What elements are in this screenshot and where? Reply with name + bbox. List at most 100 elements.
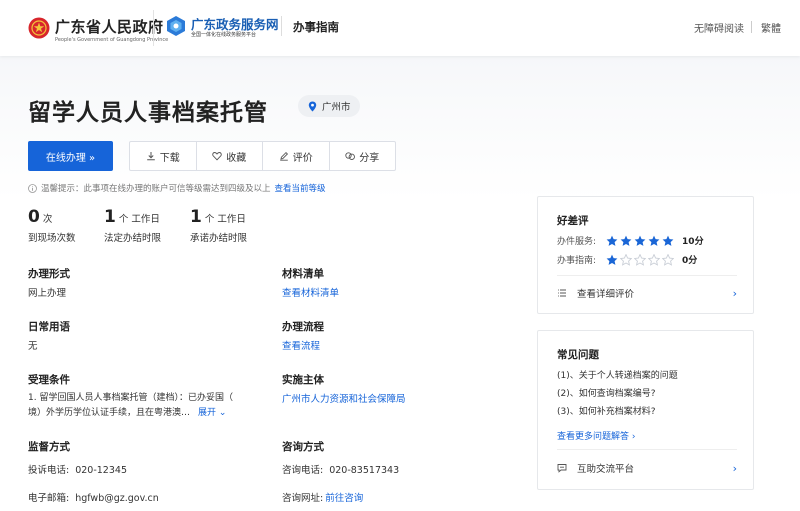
gov-name[interactable]: 广东省人民政府 — [55, 16, 164, 37]
process-link[interactable]: 查看流程 — [282, 338, 324, 352]
action-toolbar: 下载 收藏 评价 分享 — [129, 141, 396, 171]
detail-review-link[interactable]: 查看详细评价 › — [557, 286, 737, 300]
header-divider — [751, 21, 752, 33]
stat-value: 0 — [28, 207, 40, 227]
tip-bar: 温馨提示：此事项在线办理的账户可信等级需达到四级及以上 查看当前等级 — [28, 182, 326, 194]
star-rating — [606, 253, 676, 266]
download-icon — [146, 152, 155, 161]
traditional-chinese-link[interactable]: 繁體 — [761, 20, 781, 35]
field-value: 无 — [28, 341, 38, 352]
rating-card: 好差评 办件服务: 10分 办事指南: 0分 查看详细评价 › — [537, 196, 754, 314]
stat-visits: 0次 到现场次数 — [28, 207, 76, 244]
field-title: 日常用语 — [28, 321, 70, 333]
header-divider — [153, 10, 154, 46]
exchange-platform-link[interactable]: 互助交流平台 › — [557, 461, 737, 475]
stat-label: 法定办结时限 — [104, 233, 162, 244]
online-apply-button[interactable]: 在线办理 » — [28, 141, 113, 171]
field-title: 实施主体 — [282, 374, 324, 386]
terms-field: 日常用语 无 — [28, 319, 70, 352]
accessibility-link[interactable]: 无障碍阅读 — [694, 20, 744, 35]
top-bar: 广东省人民政府 People's Government of Guangdong… — [0, 0, 800, 56]
rating-score: 10分 — [682, 237, 704, 247]
stat-legal-limit: 1个 工作日 法定办结时限 — [104, 207, 161, 244]
kv-value: 020-12345 — [75, 465, 127, 476]
list-icon — [558, 289, 566, 297]
kv-value: 020-83517343 — [329, 465, 400, 476]
more-faq-link[interactable]: 查看更多问题解答 › — [557, 429, 635, 442]
star-filled-icon — [606, 254, 618, 265]
subject-field: 实施主体 广州市人力资源和社会保障局 — [282, 372, 406, 405]
field-value: 网上办理 — [28, 288, 67, 299]
service-subtitle: 全国一体化在线政务服务平台 — [191, 32, 257, 38]
review-button[interactable]: 评价 — [263, 142, 330, 170]
stat-label: 到现场次数 — [28, 233, 76, 244]
download-label: 下载 — [159, 152, 180, 164]
field-title: 监督方式 — [28, 441, 70, 453]
card-divider — [557, 275, 737, 276]
email: 电子邮箱: hgfwb@gz.gov.cn — [28, 490, 159, 504]
star-empty-icon — [634, 253, 647, 266]
faq-item[interactable]: (1)、关于个人转递档案的问题 — [557, 368, 678, 381]
consult-field: 咨询方式 — [282, 439, 324, 454]
share-button[interactable]: 分享 — [330, 142, 396, 170]
favorite-label: 收藏 — [226, 152, 247, 164]
conditions-line: 1. 留学回国人员人事档案托管（建档）：已办妥国（ — [28, 393, 233, 403]
process-field: 办理流程 查看流程 — [282, 319, 324, 352]
guide-nav-label[interactable]: 办事指南 — [293, 19, 339, 35]
location-badge[interactable]: 广州市 — [298, 95, 360, 117]
supervision-field: 监督方式 — [28, 439, 70, 454]
stat-unit: 个 工作日 — [204, 214, 246, 225]
share-icon — [345, 152, 356, 160]
star-filled-icon — [606, 235, 618, 246]
faq-item[interactable]: (3)、如何补充档案材料? — [557, 404, 656, 417]
consult-web: 咨询网址: 前往咨询 — [282, 490, 363, 504]
subject-link[interactable]: 广州市人力资源和社会保障局 — [282, 391, 406, 405]
heart-icon — [212, 152, 222, 161]
chat-icon — [557, 464, 567, 473]
chevron-right-icon: › — [732, 461, 737, 475]
materials-field: 材料清单 查看材料清单 — [282, 266, 339, 299]
consult-web-link[interactable]: 前往咨询 — [325, 493, 363, 504]
field-title: 受理条件 — [28, 374, 70, 386]
star-filled-icon — [662, 235, 674, 246]
download-button[interactable]: 下载 — [130, 142, 197, 170]
favorite-button[interactable]: 收藏 — [197, 142, 263, 170]
page-title: 留学人员人事档案托管 — [28, 100, 268, 126]
tip-text: 温馨提示：此事项在线办理的账户可信等级需达到四级及以上 — [41, 184, 271, 194]
check-level-link[interactable]: 查看当前等级 — [275, 182, 326, 194]
service-rating: 办件服务: 10分 — [557, 234, 704, 247]
stat-unit: 个 工作日 — [118, 214, 160, 225]
share-label: 分享 — [359, 152, 380, 164]
rating-title: 好差评 — [557, 215, 589, 227]
star-filled-icon — [620, 235, 632, 246]
kv-label: 咨询电话: — [282, 465, 324, 476]
rating-label: 办事指南: — [557, 256, 597, 266]
complaint-phone: 投诉电话: 020-12345 — [28, 462, 127, 476]
stat-unit: 次 — [42, 214, 53, 225]
kv-label: 电子邮箱: — [28, 493, 70, 504]
faq-item[interactable]: (2)、如何查询档案编号? — [557, 386, 656, 399]
exchange-platform-label: 互助交流平台 — [577, 464, 635, 475]
consult-phone: 咨询电话: 020-83517343 — [282, 462, 399, 476]
mode-field: 办理形式 网上办理 — [28, 266, 70, 299]
star-empty-icon — [662, 253, 675, 266]
field-title: 办理形式 — [28, 268, 70, 280]
star-empty-icon — [648, 253, 661, 266]
field-title: 办理流程 — [282, 321, 324, 333]
edit-icon — [279, 151, 288, 161]
faq-card: 常见问题 (1)、关于个人转递档案的问题 (2)、如何查询档案编号? (3)、如… — [537, 330, 754, 490]
service-logo-icon — [167, 16, 185, 36]
national-emblem-icon — [28, 17, 50, 39]
kv-label: 咨询网址: — [282, 493, 324, 504]
rating-label: 办件服务: — [557, 237, 597, 247]
materials-link[interactable]: 查看材料清单 — [282, 285, 339, 299]
guide-rating: 办事指南: 0分 — [557, 253, 697, 266]
star-rating — [606, 235, 676, 247]
location-pin-icon — [308, 101, 317, 111]
stat-value: 1 — [190, 207, 202, 227]
conditions-field: 受理条件 1. 留学回国人员人事档案托管（建档）：已办妥国（ 境）外学历学位认证… — [28, 372, 233, 421]
header-divider — [281, 16, 282, 36]
kv-label: 投诉电话: — [28, 465, 70, 476]
location-label: 广州市 — [322, 102, 351, 113]
expand-link[interactable]: 展开 ⌄ — [198, 408, 226, 418]
